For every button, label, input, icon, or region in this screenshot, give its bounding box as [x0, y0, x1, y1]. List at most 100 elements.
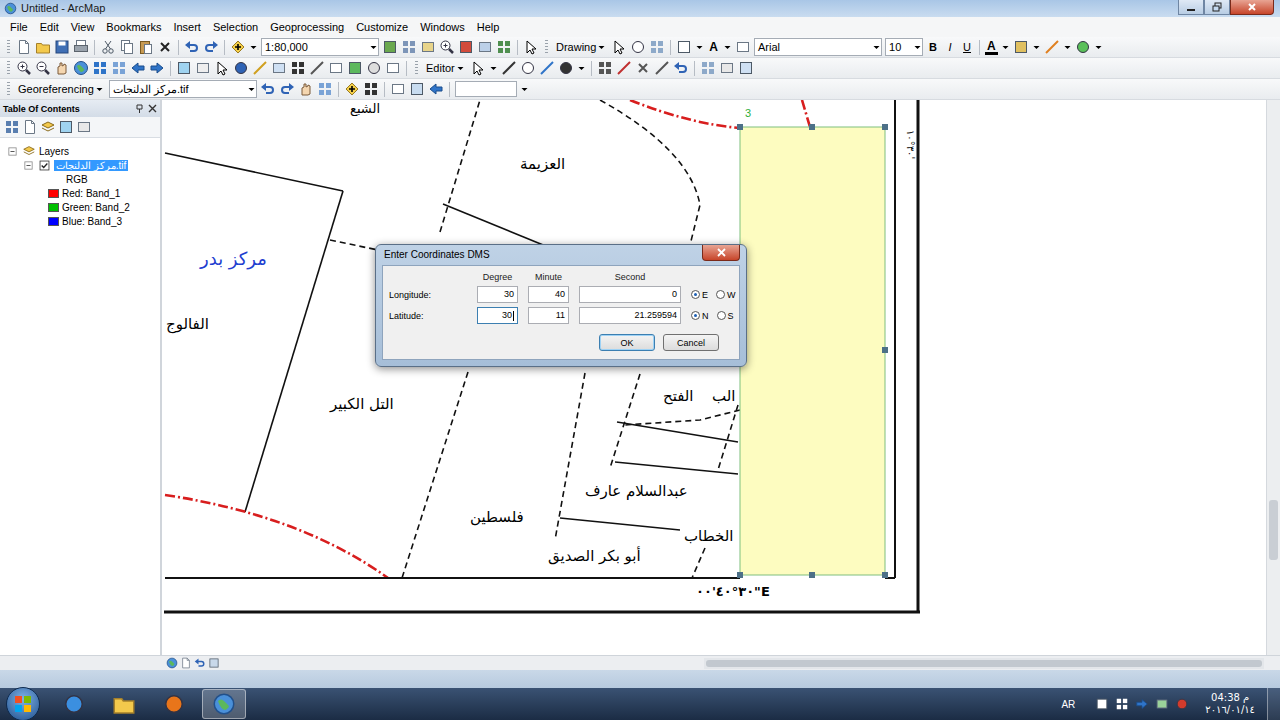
- map-scale-combo[interactable]: 1:80,000: [261, 38, 379, 56]
- start-button[interactable]: [6, 687, 40, 720]
- menu-item[interactable]: Windows: [414, 20, 471, 34]
- minimize-button[interactable]: [1178, 0, 1204, 15]
- dropdown-arrow-icon[interactable]: [913, 39, 922, 55]
- arcmap-icon[interactable]: [212, 692, 236, 716]
- select-elements-icon[interactable]: [611, 39, 627, 55]
- drawing-menu[interactable]: Drawing: [554, 39, 608, 55]
- text-style-button[interactable]: B: [926, 41, 940, 53]
- dropdown-arrow-icon[interactable]: [95, 81, 104, 97]
- save-disk-icon[interactable]: [54, 39, 70, 55]
- toolbar-grip[interactable]: [7, 61, 10, 76]
- zoom-in-icon[interactable]: [16, 60, 32, 76]
- pause-drawing-icon[interactable]: [208, 657, 220, 669]
- rotate-icon[interactable]: [630, 39, 646, 55]
- list-by-selection-icon[interactable]: [58, 119, 74, 135]
- file-explorer-folder-icon[interactable]: [112, 692, 136, 716]
- clear-selection-icon[interactable]: [195, 60, 211, 76]
- flip-icon[interactable]: [428, 81, 444, 97]
- select-elements-icon[interactable]: [214, 60, 230, 76]
- network-icon[interactable]: [1115, 697, 1129, 711]
- catalog-icon[interactable]: [420, 39, 436, 55]
- menu-item[interactable]: Edit: [34, 20, 65, 34]
- dropdown-arrow-icon[interactable]: [577, 60, 586, 76]
- dropdown-arrow-icon[interactable]: [249, 39, 258, 55]
- hemisphere-radio[interactable]: N: [691, 311, 709, 321]
- edit-tool-icon[interactable]: [470, 60, 486, 76]
- vertical-scrollbar[interactable]: [1266, 100, 1280, 655]
- undo-icon[interactable]: [184, 39, 200, 55]
- cut-polygons-icon[interactable]: [635, 60, 651, 76]
- editor-toolbar-icon[interactable]: [382, 39, 398, 55]
- fixed-zoom-out-icon[interactable]: [111, 60, 127, 76]
- volume-icon[interactable]: [1135, 697, 1149, 711]
- text-style-button[interactable]: U: [960, 41, 974, 53]
- pin-icon[interactable]: [135, 104, 144, 113]
- layer-row[interactable]: مركز الدلنجات.tif: [0, 158, 160, 172]
- toolbar-grip[interactable]: [415, 61, 418, 76]
- selection-handle[interactable]: [882, 572, 888, 578]
- line-color-icon[interactable]: [1044, 39, 1060, 55]
- language-indicator[interactable]: AR: [1061, 699, 1075, 710]
- band-row[interactable]: Red: Band_1: [0, 186, 160, 200]
- fixed-zoom-in-icon[interactable]: [92, 60, 108, 76]
- rotate-feature-icon[interactable]: [673, 60, 689, 76]
- redo-icon[interactable]: [203, 39, 219, 55]
- collapse-icon[interactable]: [6, 145, 19, 158]
- text-tool-button[interactable]: A: [707, 40, 720, 54]
- text-style-button[interactable]: I: [943, 41, 957, 53]
- add-data-icon[interactable]: [230, 39, 246, 55]
- full-extent-globe-icon[interactable]: [73, 60, 89, 76]
- control-point-label[interactable]: 3: [745, 107, 751, 119]
- dialog-button[interactable]: Cancel: [663, 334, 719, 351]
- clock[interactable]: 04:38 م٢٠١٦/٠١/١٤: [1205, 692, 1255, 716]
- selection-handle[interactable]: [809, 124, 815, 130]
- selection-handle[interactable]: [737, 124, 743, 130]
- menu-item[interactable]: Customize: [350, 20, 414, 34]
- attributes-icon[interactable]: [700, 60, 716, 76]
- find-icon[interactable]: [290, 60, 306, 76]
- selection-handle[interactable]: [809, 572, 815, 578]
- dropdown-arrow-icon[interactable]: [1094, 39, 1103, 55]
- selected-rectangle[interactable]: [740, 127, 885, 575]
- band-row[interactable]: Green: Band_2: [0, 200, 160, 214]
- minute-field[interactable]: 11: [528, 307, 569, 324]
- point-icon[interactable]: [558, 60, 574, 76]
- zoom-to-selected-icon[interactable]: [649, 39, 665, 55]
- menu-item[interactable]: Geoprocessing: [264, 20, 350, 34]
- new-rectangle-icon[interactable]: [676, 39, 692, 55]
- add-control-points-icon[interactable]: [344, 81, 360, 97]
- data-view-icon[interactable]: [166, 657, 178, 669]
- hemisphere-radio[interactable]: W: [716, 290, 736, 300]
- dialog-button[interactable]: OK: [599, 334, 655, 351]
- fit-to-display-icon[interactable]: [409, 81, 425, 97]
- print-icon[interactable]: [73, 39, 89, 55]
- viewer-icon[interactable]: [390, 81, 406, 97]
- menu-item[interactable]: View: [65, 20, 101, 34]
- toolbar-grip[interactable]: [7, 82, 10, 97]
- dropdown-arrow-icon[interactable]: [489, 60, 498, 76]
- identify-icon[interactable]: [233, 60, 249, 76]
- view-link-table-icon[interactable]: [363, 81, 379, 97]
- minute-field[interactable]: 40: [528, 286, 569, 303]
- marker-color-icon[interactable]: [1075, 39, 1091, 55]
- hemisphere-radio[interactable]: E: [691, 290, 708, 300]
- restore-button[interactable]: [1204, 0, 1230, 15]
- taskbar-button[interactable]: [152, 689, 196, 719]
- menu-item[interactable]: Selection: [207, 20, 264, 34]
- band-row[interactable]: Blue: Band_3: [0, 214, 160, 228]
- selection-handle[interactable]: [737, 572, 743, 578]
- font-combo[interactable]: Arial: [754, 38, 882, 56]
- taskbar-button[interactable]: [102, 689, 146, 719]
- degree-field[interactable]: 30: [477, 307, 518, 324]
- trace-icon[interactable]: [539, 60, 555, 76]
- georeferencing-field[interactable]: [455, 81, 517, 97]
- close-window-button[interactable]: [1230, 0, 1274, 15]
- font-color-button[interactable]: A: [985, 40, 998, 55]
- toolbar-grip[interactable]: [7, 40, 10, 55]
- python-icon[interactable]: [477, 39, 493, 55]
- copy-icon[interactable]: [119, 39, 135, 55]
- search-window-icon[interactable]: [439, 39, 455, 55]
- taskbar-button[interactable]: [202, 689, 246, 719]
- table-of-contents-icon[interactable]: [401, 39, 417, 55]
- dropdown-arrow-icon[interactable]: [1001, 39, 1010, 55]
